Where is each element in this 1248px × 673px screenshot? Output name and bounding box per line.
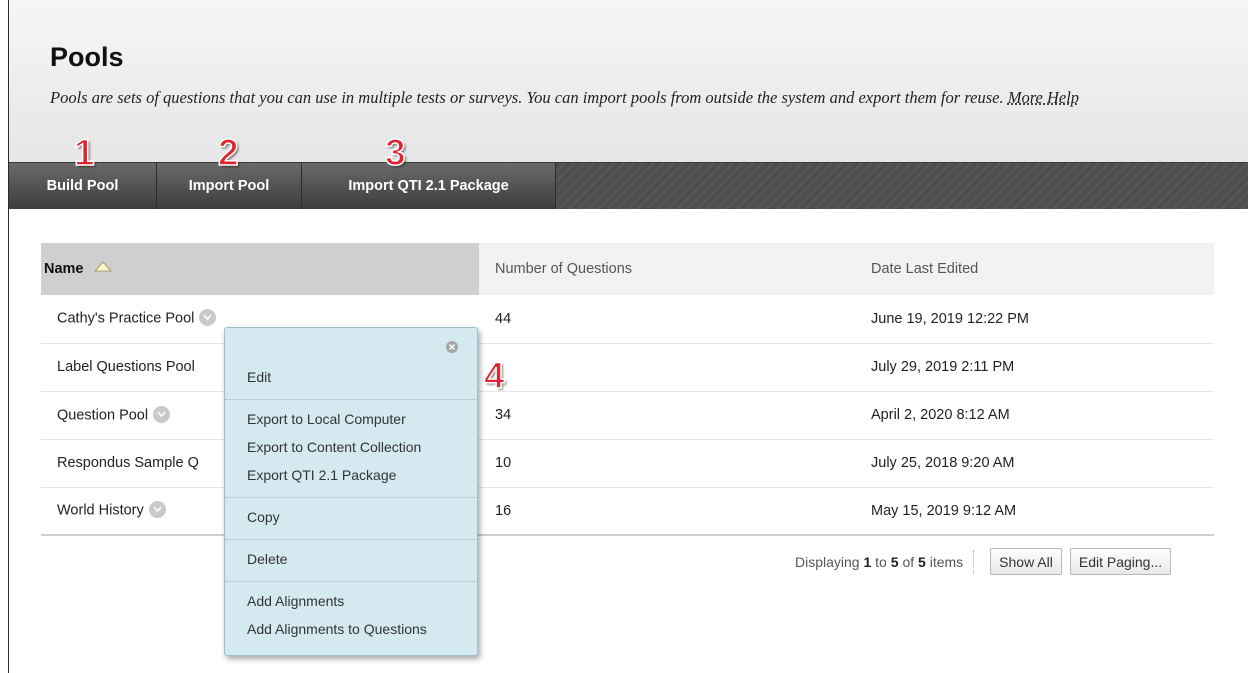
pagination-bar: Displaying 1 to 5 of 5 items Show All Ed…	[795, 548, 1172, 575]
column-header-date[interactable]: Date Last Edited	[855, 243, 1214, 295]
table-header-row: Name Number of Questions Date Last Edite…	[41, 243, 1214, 295]
question-count	[479, 343, 855, 392]
table-row: Cathy's Practice Pool 44 June 19, 2019 1…	[41, 295, 1214, 344]
callout-marker-2: 2	[217, 132, 239, 173]
column-header-name-label: Name	[44, 261, 84, 277]
edit-paging-button[interactable]: Edit Paging...	[1069, 548, 1172, 575]
show-all-button[interactable]: Show All	[990, 548, 1062, 575]
import-qti-package-button[interactable]: Import QTI 2.1 Package	[302, 163, 556, 209]
more-help-link[interactable]: More Help	[1008, 88, 1079, 107]
pool-name[interactable]: World History	[57, 503, 144, 519]
table-row: Question Pool 34 April 2, 2020 8:12 AM	[41, 391, 1214, 440]
menu-item-export-qti[interactable]: Export QTI 2.1 Package	[225, 461, 477, 489]
date-last-edited: July 29, 2019 2:11 PM	[855, 343, 1214, 392]
menu-item-export-local[interactable]: Export to Local Computer	[225, 405, 477, 433]
question-count: 10	[479, 439, 855, 488]
menu-item-add-alignments-to-questions[interactable]: Add Alignments to Questions	[225, 615, 477, 643]
pagination-suffix: items	[929, 553, 964, 570]
page-header: Pools Pools are sets of questions that y…	[9, 0, 1248, 162]
question-count: 34	[479, 391, 855, 440]
table-row: World History 16 May 15, 2019 9:12 AM	[41, 487, 1214, 536]
question-count: 16	[479, 487, 855, 536]
callout-marker-3: 3	[384, 132, 406, 173]
page-description-text: Pools are sets of questions that you can…	[50, 88, 1004, 107]
menu-group-delete: Delete	[225, 539, 477, 581]
date-last-edited: July 25, 2018 9:20 AM	[855, 439, 1214, 488]
pagination-of: of	[902, 553, 915, 570]
date-last-edited: May 15, 2019 9:12 AM	[855, 487, 1214, 536]
question-count: 44	[479, 295, 855, 344]
pool-name[interactable]: Question Pool	[57, 407, 148, 423]
pool-name[interactable]: Label Questions Pool	[57, 359, 195, 375]
table-row: Respondus Sample Q 10 July 25, 2018 9:20…	[41, 439, 1214, 488]
triangle-up-icon	[93, 260, 112, 276]
page-description: Pools are sets of questions that you can…	[50, 86, 1240, 110]
pagination-end: 5	[890, 553, 899, 570]
menu-item-delete[interactable]: Delete	[225, 545, 477, 573]
close-icon[interactable]	[446, 341, 458, 353]
column-header-questions[interactable]: Number of Questions	[479, 243, 855, 295]
menu-group-export: Export to Local Computer Export to Conte…	[225, 399, 477, 497]
column-header-name[interactable]: Name	[41, 243, 479, 295]
table-row: Label Questions Pool July 29, 2019 2:11 …	[41, 343, 1214, 392]
pool-context-menu: Edit Export to Local Computer Export to …	[224, 327, 478, 656]
menu-item-add-alignments[interactable]: Add Alignments	[225, 587, 477, 615]
menu-group-edit: Edit	[225, 358, 477, 399]
page-title: Pools	[50, 42, 124, 72]
chevron-down-icon[interactable]	[148, 501, 166, 519]
menu-group-copy: Copy	[225, 497, 477, 539]
pool-name[interactable]: Respondus Sample Q	[57, 455, 199, 471]
date-last-edited: April 2, 2020 8:12 AM	[855, 391, 1214, 440]
pagination-status: Displaying 1 to 5 of 5 items	[795, 549, 975, 574]
chevron-down-icon[interactable]	[153, 405, 171, 423]
menu-item-edit[interactable]: Edit	[225, 363, 477, 391]
action-bar: Build Pool Import Pool Import QTI 2.1 Pa…	[9, 162, 1248, 209]
pagination-to: to	[875, 553, 887, 570]
context-menu-items: Edit Export to Local Computer Export to …	[225, 358, 477, 651]
callout-marker-1: 1	[73, 132, 95, 173]
chevron-down-icon[interactable]	[199, 309, 217, 327]
pagination-start: 1	[863, 553, 872, 570]
date-last-edited: June 19, 2019 12:22 PM	[855, 295, 1214, 344]
menu-group-alignments: Add Alignments Add Alignments to Questio…	[225, 581, 477, 651]
menu-item-copy[interactable]: Copy	[225, 503, 477, 531]
pool-name[interactable]: Cathy's Practice Pool	[57, 311, 194, 327]
menu-item-export-content-collection[interactable]: Export to Content Collection	[225, 433, 477, 461]
pagination-total: 5	[918, 553, 926, 570]
pagination-prefix: Displaying	[795, 553, 860, 570]
pools-table: Name Number of Questions Date Last Edite…	[41, 243, 1214, 536]
